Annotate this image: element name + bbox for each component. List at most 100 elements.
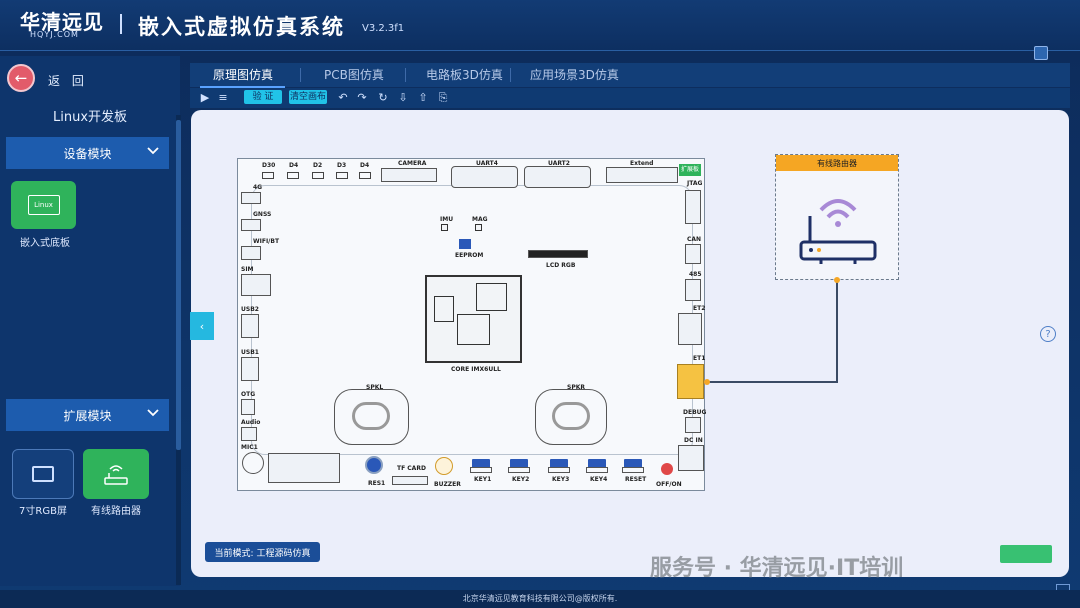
- logo-subtitle: HQYJ.COM: [30, 30, 79, 39]
- extend-label: Extend: [630, 160, 654, 167]
- tab-pcb[interactable]: PCB图仿真: [324, 66, 384, 83]
- rotate-icon[interactable]: ↻: [376, 92, 390, 104]
- led: [262, 172, 274, 179]
- mode-indicator: 当前模式: 工程源码仿真: [205, 542, 320, 562]
- footer: 北京华清远见教育科技有限公司@版权所有.: [0, 590, 1080, 608]
- usb2-port: [241, 314, 259, 338]
- tab-divider: [405, 68, 406, 82]
- ext-tile-router[interactable]: [83, 449, 149, 499]
- led: [287, 172, 299, 179]
- port-label: WIFI/BT: [253, 238, 280, 245]
- port-label: 485: [689, 271, 702, 278]
- port-label: OTG: [241, 391, 256, 398]
- ext-tile-label: 有线路由器: [91, 506, 141, 517]
- debug-port: [685, 417, 701, 433]
- dip-switch-table: [268, 453, 340, 483]
- port-label: USB2: [241, 306, 259, 313]
- core-label: CORE IMX6ULL: [451, 366, 501, 373]
- back-label[interactable]: 返 回: [48, 72, 88, 89]
- sidebar-scroll-thumb[interactable]: [176, 120, 181, 450]
- help-icon[interactable]: ?: [1040, 326, 1056, 342]
- speaker-right: [535, 389, 607, 445]
- connection-wire[interactable]: [707, 381, 838, 383]
- port-label: Audio: [241, 419, 261, 426]
- device-tile-base-board[interactable]: Linux: [11, 181, 76, 229]
- mic-component: [242, 452, 264, 474]
- led-label: D4: [289, 162, 299, 169]
- key-base: [586, 467, 608, 473]
- jtag-header: [685, 190, 701, 224]
- arrow-left-icon: ←: [14, 69, 28, 87]
- redo-icon[interactable]: ↷: [355, 92, 369, 104]
- dc-in-port: [678, 445, 704, 471]
- ethernet1-port[interactable]: [677, 364, 704, 399]
- device-module-label: 设备模块: [63, 146, 112, 161]
- connection-wire[interactable]: [836, 280, 838, 382]
- port: [241, 246, 261, 260]
- chevron-down-icon: [147, 408, 159, 421]
- status-button[interactable]: [1000, 545, 1052, 563]
- layers-icon[interactable]: ≡: [216, 92, 230, 104]
- port-label: JTAG: [687, 180, 703, 187]
- ext-tile-rgb-screen[interactable]: [12, 449, 74, 499]
- verify-button[interactable]: 验 证: [244, 90, 282, 104]
- led-label: D30: [262, 162, 276, 169]
- run-icon[interactable]: ▶: [198, 92, 212, 104]
- screen-icon: [32, 466, 54, 482]
- window-icon[interactable]: [1034, 46, 1048, 60]
- bottom-label: OFF/ON: [656, 481, 682, 488]
- audio-port: [241, 427, 257, 441]
- router-icon: [799, 199, 877, 264]
- tab-divider: [300, 68, 301, 82]
- router-port-dot[interactable]: [834, 277, 840, 283]
- key-base: [470, 467, 492, 473]
- app-title: 嵌入式虚拟仿真系统: [138, 15, 345, 39]
- usb1-port: [241, 357, 259, 381]
- ext-module-label: 扩展模块: [63, 408, 112, 423]
- header-divider: [120, 14, 122, 34]
- extend-connector: [606, 167, 678, 183]
- port-label: MIC1: [241, 444, 258, 451]
- undo-icon[interactable]: ↶: [336, 92, 350, 104]
- version-label: V3.2.3f1: [362, 23, 405, 34]
- eeprom-chip: [459, 239, 471, 249]
- screenshot-icon[interactable]: ⎘: [436, 92, 450, 104]
- tab-schematic[interactable]: 原理图仿真: [213, 66, 273, 83]
- power-icon[interactable]: [661, 463, 673, 475]
- cpu-chip: [476, 283, 507, 311]
- download-icon[interactable]: ⇩: [396, 92, 410, 104]
- upload-icon[interactable]: ⇧: [416, 92, 430, 104]
- port-label: USB1: [241, 349, 259, 356]
- tab-bar: [190, 63, 1070, 87]
- led: [359, 172, 371, 179]
- ethernet2-port: [678, 313, 702, 345]
- led-label: D2: [313, 162, 323, 169]
- collapse-panel-button[interactable]: ‹: [190, 312, 214, 340]
- board-port-dot[interactable]: [704, 379, 710, 385]
- extension-board-tag[interactable]: 扩展板: [679, 164, 701, 176]
- led-label: D4: [360, 162, 370, 169]
- linux-board-icon: Linux: [27, 195, 60, 215]
- port-label: DEBUG: [683, 409, 707, 416]
- back-button[interactable]: ←: [7, 64, 35, 92]
- bottom-label: BUZZER: [434, 481, 461, 488]
- buzzer: [435, 457, 453, 475]
- port-label: ET2: [693, 305, 706, 312]
- tab-board-3d[interactable]: 电路板3D仿真: [426, 66, 503, 83]
- port-label: 4G: [253, 184, 263, 191]
- tab-scene-3d[interactable]: 应用场景3D仿真: [530, 66, 619, 83]
- clear-canvas-button[interactable]: 清空画布: [289, 90, 327, 104]
- ext-module-header[interactable]: 扩展模块: [6, 399, 169, 431]
- potentiometer[interactable]: [365, 456, 383, 474]
- mag-chip: [475, 224, 482, 231]
- imu-label: IMU: [440, 216, 454, 223]
- bottom-label: TF CARD: [397, 465, 426, 472]
- speaker-left: [334, 389, 409, 445]
- port-label: ET1: [693, 355, 706, 362]
- bottom-label: RESET: [625, 476, 647, 483]
- port: [241, 192, 261, 204]
- device-module-header[interactable]: 设备模块: [6, 137, 169, 169]
- chevron-left-icon: ‹: [199, 319, 205, 333]
- device-tile-label: 嵌入式底板: [20, 238, 70, 249]
- board-title: Linux开发板: [52, 110, 128, 125]
